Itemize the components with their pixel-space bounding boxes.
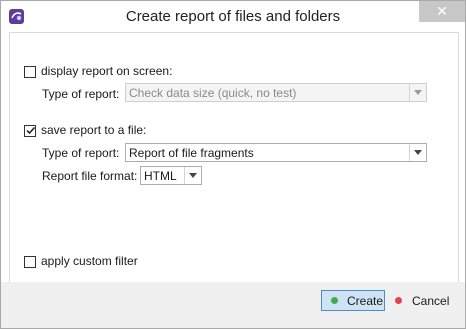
save-report-type-label: Type of report: [42,146,120,160]
close-button[interactable]: ✕ [419,1,465,22]
cancel-button[interactable]: Cancel [391,290,449,311]
display-report-type-select[interactable]: Check data size (quick, no test) [125,83,427,102]
display-report-type-label: Type of report: [42,87,120,101]
create-button-label: Create [347,294,384,308]
window-title: Create report of files and folders [125,8,341,25]
checkmark-icon [26,126,36,135]
chevron-down-icon [409,84,426,101]
save-report-checkbox[interactable] [24,125,36,137]
create-button[interactable]: Create [321,290,385,311]
create-status-dot-icon [331,297,338,304]
report-format-select[interactable]: HTML [140,166,202,185]
chevron-down-icon [184,167,201,184]
cancel-button-label: Cancel [412,294,450,308]
display-report-type-value: Check data size (quick, no test) [129,86,297,100]
custom-filter-checkbox[interactable] [24,256,36,268]
custom-filter-label: apply custom filter [41,254,138,268]
cancel-status-dot-icon [395,297,402,304]
chevron-down-icon [409,144,426,161]
close-icon: ✕ [436,3,448,19]
display-report-label: display report on screen: [41,64,173,78]
display-report-checkbox[interactable] [24,66,36,78]
dialog-window: Create report of files and folders ✕ dis… [0,0,466,329]
save-report-label: save report to a file: [41,123,147,137]
save-report-type-select[interactable]: Report of file fragments [125,143,427,162]
save-report-type-value: Report of file fragments [129,146,254,160]
title-bar: Create report of files and folders ✕ [1,1,465,32]
report-format-label: Report file format: [42,169,138,183]
report-format-value: HTML [144,169,177,183]
